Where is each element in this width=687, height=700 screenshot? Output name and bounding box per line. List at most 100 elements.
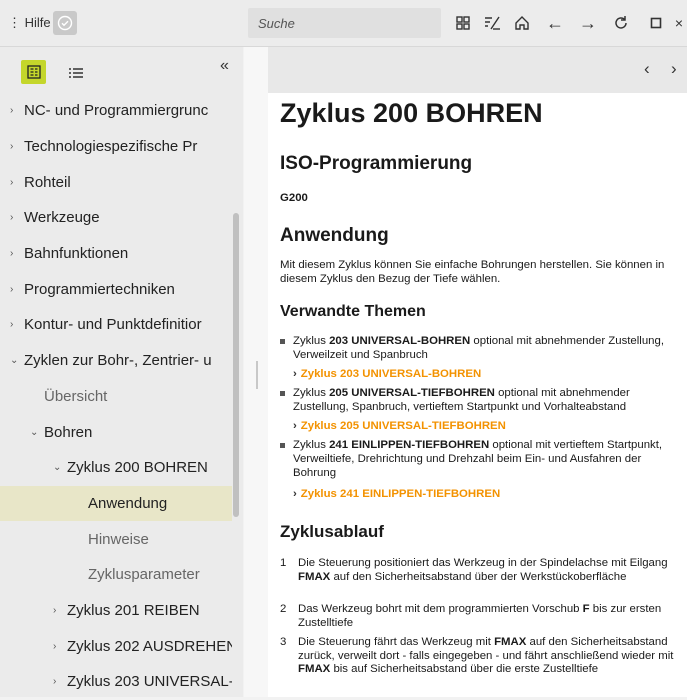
arrow-left-icon: ← (546, 12, 564, 33)
step-item: 3 Die Steuerung fährt das Werkzeug mit FM… (280, 636, 674, 675)
back-button[interactable]: ← (544, 12, 566, 34)
sidebar-item-label: Hinweise (88, 530, 149, 548)
chevron-left-icon: ‹ (644, 59, 650, 78)
verwandte-heading: Verwandte Themen (280, 303, 426, 320)
sidebar-item-label: Übersicht (44, 387, 108, 405)
sidebar-item[interactable]: ⌄ Bohren (0, 414, 232, 450)
close-button[interactable]: × (668, 12, 687, 34)
sidebar-item-label: Anwendung (88, 494, 168, 512)
sidebar-item[interactable]: ⌄ Zyklus 200 BOHREN (0, 450, 232, 486)
chevron-right-icon: › (293, 368, 297, 380)
sidebar-item[interactable]: › Kontur- und Punktdefinitior (0, 307, 232, 343)
sidebar: « › NC- und Programmiergrunc › Technologies… (0, 47, 243, 697)
sidebar-item[interactable]: › Zyklus 202 AUSDREHEN (0, 628, 232, 664)
bullet-icon (280, 443, 285, 448)
reload-button[interactable] (610, 12, 632, 34)
tree-view-button[interactable] (21, 60, 46, 84)
chevron-right-icon[interactable]: › (53, 676, 67, 687)
sidebar-item[interactable]: › Werkzeuge (0, 200, 232, 236)
check-circle-icon (57, 15, 73, 31)
chevron-right-icon[interactable]: › (10, 319, 24, 330)
content-header: ‹ › (268, 47, 687, 93)
sidebar-item[interactable]: › Programmiertechniken (0, 271, 232, 307)
related-item: Zyklus 203 UNIVERSAL-BOHREN optional mit… (280, 334, 676, 362)
chevron-right-icon[interactable]: › (10, 141, 24, 152)
related-item: Zyklus 241 EINLIPPEN-TIEFBOHREN optional… (280, 438, 676, 480)
collapse-sidebar-button[interactable]: « (220, 57, 229, 75)
top-toolbar: ⋮ Hilfe Suche ← → × (0, 0, 687, 47)
home-button[interactable] (511, 12, 533, 34)
sidebar-item[interactable]: › Technologiespezifische Pr (0, 129, 232, 165)
sidebar-item-label: Kontur- und Punktdefinitior (24, 316, 202, 334)
edit-lines-icon (485, 16, 500, 30)
check-button[interactable] (53, 11, 77, 35)
sidebar-item-label: Zyklus 202 AUSDREHEN (67, 637, 232, 655)
prev-page-button[interactable]: ‹ (644, 59, 650, 79)
forward-button[interactable]: → (577, 12, 599, 34)
bullet-icon (280, 339, 285, 344)
grid-icon (456, 16, 470, 30)
chevron-down-icon[interactable]: ⌄ (10, 355, 24, 366)
related-item: Zyklus 205 UNIVERSAL-TIEFBOHREN optional… (280, 386, 676, 414)
splitter-grip[interactable] (256, 361, 258, 389)
sidebar-item[interactable]: Hinweise (0, 521, 232, 557)
sidebar-nav: › NC- und Programmiergrunc › Technologiespe… (0, 93, 232, 700)
tree-view-icon (26, 65, 41, 79)
anwendung-heading: Anwendung (280, 225, 389, 246)
related-link[interactable]: › Zyklus 203 UNIVERSAL-BOHREN (293, 368, 481, 380)
sidebar-item[interactable]: Übersicht (0, 379, 232, 415)
related-link[interactable]: › Zyklus 205 UNIVERSAL-TIEFBOHREN (293, 420, 506, 432)
chevron-right-icon[interactable]: › (53, 641, 67, 652)
sidebar-item[interactable]: › Zyklus 203 UNIVERSAL-B (0, 664, 232, 700)
grid-view-button[interactable] (452, 12, 474, 34)
sidebar-header: « (0, 47, 243, 93)
chevron-right-icon[interactable]: › (10, 177, 24, 188)
chevron-right-icon[interactable]: › (10, 105, 24, 116)
sidebar-item-label: Programmiertechniken (24, 280, 175, 298)
sidebar-scrollbar[interactable] (233, 213, 239, 517)
reload-icon (615, 16, 627, 29)
chevron-down-icon[interactable]: ⌄ (53, 462, 67, 473)
chevron-right-icon: › (293, 488, 297, 500)
edit-lines-button[interactable] (482, 12, 504, 34)
home-icon (515, 16, 529, 30)
close-icon: × (674, 15, 684, 31)
sidebar-item-label: Bahnfunktionen (24, 245, 129, 263)
search-placeholder: Suche (258, 16, 295, 31)
chevron-right-icon[interactable]: › (10, 284, 24, 295)
next-page-button[interactable]: › (671, 59, 677, 79)
ablauf-heading: Zyklusablauf (280, 522, 384, 541)
chevron-right-icon[interactable]: › (53, 605, 67, 616)
sidebar-item-label: Zyklusparameter (88, 566, 200, 584)
iso-code: G200 (280, 192, 308, 204)
sidebar-item[interactable]: ⌄ Zyklen zur Bohr-, Zentrier- u (0, 343, 232, 379)
sidebar-item[interactable]: Zyklusparameter (0, 557, 232, 593)
maximize-icon (650, 17, 662, 29)
sidebar-item-label: Technologiespezifische Pr (24, 138, 198, 156)
sidebar-item[interactable]: Anwendung (0, 485, 232, 522)
chevron-down-icon[interactable]: ⌄ (30, 427, 44, 438)
related-link[interactable]: › Zyklus 241 EINLIPPEN-TIEFBOHREN (293, 488, 500, 500)
sidebar-item-label: Zyklus 201 REIBEN (67, 601, 200, 619)
sidebar-item-label: Werkzeuge (24, 209, 100, 227)
chevron-right-icon[interactable]: › (10, 248, 24, 259)
sidebar-item-label: Rohteil (24, 173, 71, 191)
list-view-button[interactable] (64, 61, 88, 85)
sidebar-item[interactable]: › Zyklus 201 REIBEN (0, 593, 232, 629)
sidebar-item-label: NC- und Programmiergrunc (24, 102, 209, 120)
sidebar-item[interactable]: › Bahnfunktionen (0, 236, 232, 272)
sidebar-item-label: Zyklus 200 BOHREN (67, 459, 208, 477)
bullet-icon (280, 391, 285, 396)
help-label: Hilfe (24, 15, 51, 30)
search-input[interactable]: Suche (248, 8, 441, 38)
anwendung-text: Mit diesem Zyklus können Sie einfache Bo… (280, 259, 665, 285)
document-content: Zyklus 200 BOHREN ISO-Programmierung G20… (268, 93, 687, 697)
chevron-right-icon[interactable]: › (10, 212, 24, 223)
sidebar-item[interactable]: › NC- und Programmiergrunc (0, 93, 232, 129)
help-menu[interactable]: ⋮ Hilfe (8, 15, 51, 31)
step-item: 1 Die Steuerung positioniert das Werkzeug… (280, 557, 668, 583)
iso-heading: ISO-Programmierung (280, 153, 473, 174)
step-item: 2 Das Werkzeug bohrt mit dem programmiert… (280, 603, 662, 629)
sidebar-item[interactable]: › Rohteil (0, 164, 232, 200)
maximize-button[interactable] (645, 12, 667, 34)
